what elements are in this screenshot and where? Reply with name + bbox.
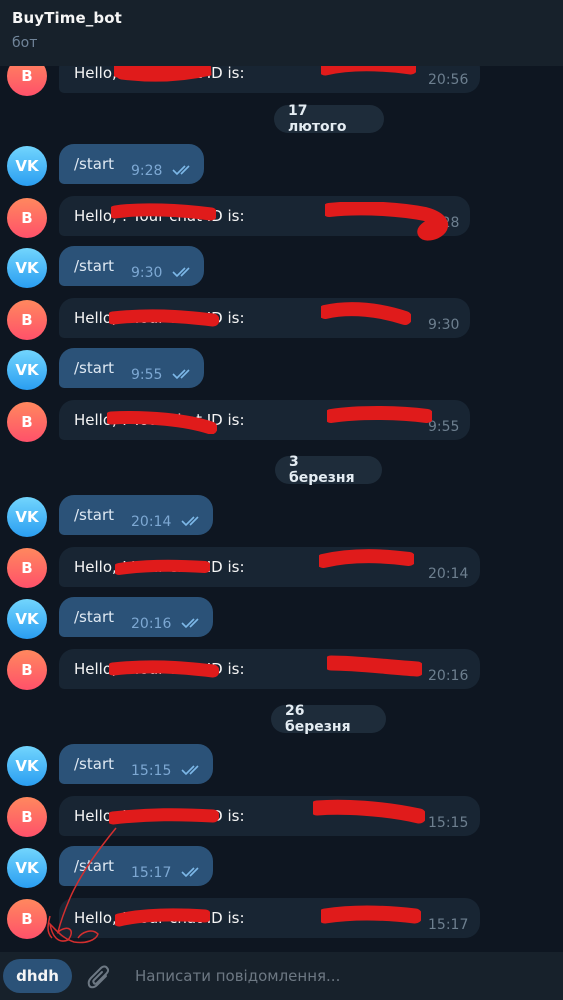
double-check-icon [181,765,199,776]
chat-subtitle: бот [12,35,38,51]
bot-avatar[interactable]: B [7,402,47,442]
incoming-message[interactable]: Hello, ! Your chat ID is: 15:17 [59,898,480,938]
message-text: /start [74,506,114,524]
user-avatar[interactable]: VK [7,848,47,888]
message-text: Hello, ! Your chat ID is: [74,807,245,825]
incoming-message[interactable]: Hello, ! Your chat ID is: 20:16 [59,649,480,689]
incoming-message[interactable]: Hello, ! Your chat ID is: 15:15 [59,796,480,836]
message-time: 9:55 [131,367,163,383]
double-check-icon [172,165,190,176]
user-avatar[interactable]: VK [7,497,47,537]
message-time: 9:28 [428,215,460,231]
chat-window: B Hello, ! Your chat ID is: 20:56 17 лют… [0,0,563,1000]
message-time: 20:14 [428,566,469,582]
avatar-initial: VK [15,508,39,526]
avatar-initial: VK [15,157,39,175]
message-time: 20:56 [428,72,469,88]
avatar-initial: VK [15,859,39,877]
incoming-message[interactable]: Hello, ! Your chat ID is: 9:55 [59,400,470,440]
double-check-icon [181,867,199,878]
message-text: /start [74,359,114,377]
redaction-mark [327,406,432,423]
avatar-initial: VK [15,757,39,775]
double-check-icon [181,516,199,527]
message-time: 9:30 [131,265,163,281]
message-time: 20:16 [428,668,469,684]
message-time: 15:15 [428,815,469,831]
chat-title[interactable]: BuyTime_bot [12,9,563,27]
message-time: 9:28 [131,163,163,179]
incoming-message[interactable]: Hello, ! Your chat ID is: 9:30 [59,298,470,338]
avatar-initial: VK [15,361,39,379]
avatar-initial: B [21,311,33,329]
avatar-initial: B [21,808,33,826]
message-text: /start [74,857,114,875]
avatar-initial: B [21,67,33,85]
bot-avatar[interactable]: B [7,797,47,837]
bot-avatar[interactable]: B [7,548,47,588]
outgoing-message[interactable]: /start 20:16 [59,597,213,637]
incoming-message[interactable]: Hello, ! Your chat ID is: 9:28 [59,196,470,241]
message-time: 20:14 [131,514,172,530]
outgoing-message[interactable]: /start 15:15 [59,744,213,784]
message-text: /start [74,257,114,275]
user-avatar[interactable]: VK [7,146,47,186]
message-text: Hello, ! Your chat ID is: [74,558,245,576]
message-list[interactable]: B Hello, ! Your chat ID is: 20:56 17 лют… [0,0,563,952]
message-text: /start [74,155,114,173]
message-text: Hello, ! Your chat ID is: [74,411,245,429]
message-composer: dhdh [0,952,563,1000]
bot-avatar[interactable]: B [7,650,47,690]
message-time: 15:17 [131,865,172,881]
user-avatar[interactable]: VK [7,746,47,786]
message-time: 15:15 [131,763,172,779]
bot-avatar[interactable]: B [7,300,47,340]
message-text: /start [74,755,114,773]
message-time: 20:16 [131,616,172,632]
paperclip-icon[interactable] [86,964,112,992]
outgoing-message[interactable]: /start 9:55 [59,348,204,388]
message-text: Hello, ! Your chat ID is: [74,660,245,678]
date-separator: 3 березня [275,454,382,486]
outgoing-message[interactable]: /start 20:14 [59,495,213,535]
message-text: Hello, ! Your chat ID is: [74,909,245,927]
redaction-mark [321,905,421,924]
avatar-initial: B [21,661,33,679]
incoming-message[interactable]: Hello, ! Your chat ID is: 20:14 [59,547,480,587]
chat-header[interactable]: BuyTime_bot бот [0,0,563,66]
double-check-icon [181,618,199,629]
message-text: /start [74,608,114,626]
redaction-mark [313,799,425,824]
outgoing-message[interactable]: /start 9:28 [59,144,204,184]
message-text: Hello, ! Your chat ID is: [74,207,245,225]
avatar-initial: B [21,559,33,577]
user-avatar[interactable]: VK [7,350,47,390]
avatar-initial: B [21,209,33,227]
outgoing-message[interactable]: /start 9:30 [59,246,204,286]
bot-keyboard-button[interactable]: dhdh [3,959,72,993]
message-time: 9:30 [428,317,460,333]
user-avatar[interactable]: VK [7,248,47,288]
avatar-initial: B [21,910,33,928]
avatar-initial: VK [15,610,39,628]
user-avatar[interactable]: VK [7,599,47,639]
message-time: 15:17 [428,917,469,933]
double-check-icon [172,267,190,278]
outgoing-message[interactable]: /start 15:17 [59,846,213,886]
date-separator: 17 лютого [274,103,384,135]
bot-avatar[interactable]: B [7,899,47,939]
message-time: 9:55 [428,419,460,435]
redaction-mark [321,302,411,325]
double-check-icon [172,369,190,380]
avatar-initial: VK [15,259,39,277]
message-input[interactable] [127,962,547,990]
redaction-mark [327,655,422,677]
bot-avatar[interactable]: B [7,198,47,238]
date-separator: 26 березня [271,703,386,735]
avatar-initial: B [21,413,33,431]
redaction-mark [319,549,414,568]
message-text: Hello, ! Your chat ID is: [74,64,245,82]
message-text: Hello, ! Your chat ID is: [74,309,245,327]
